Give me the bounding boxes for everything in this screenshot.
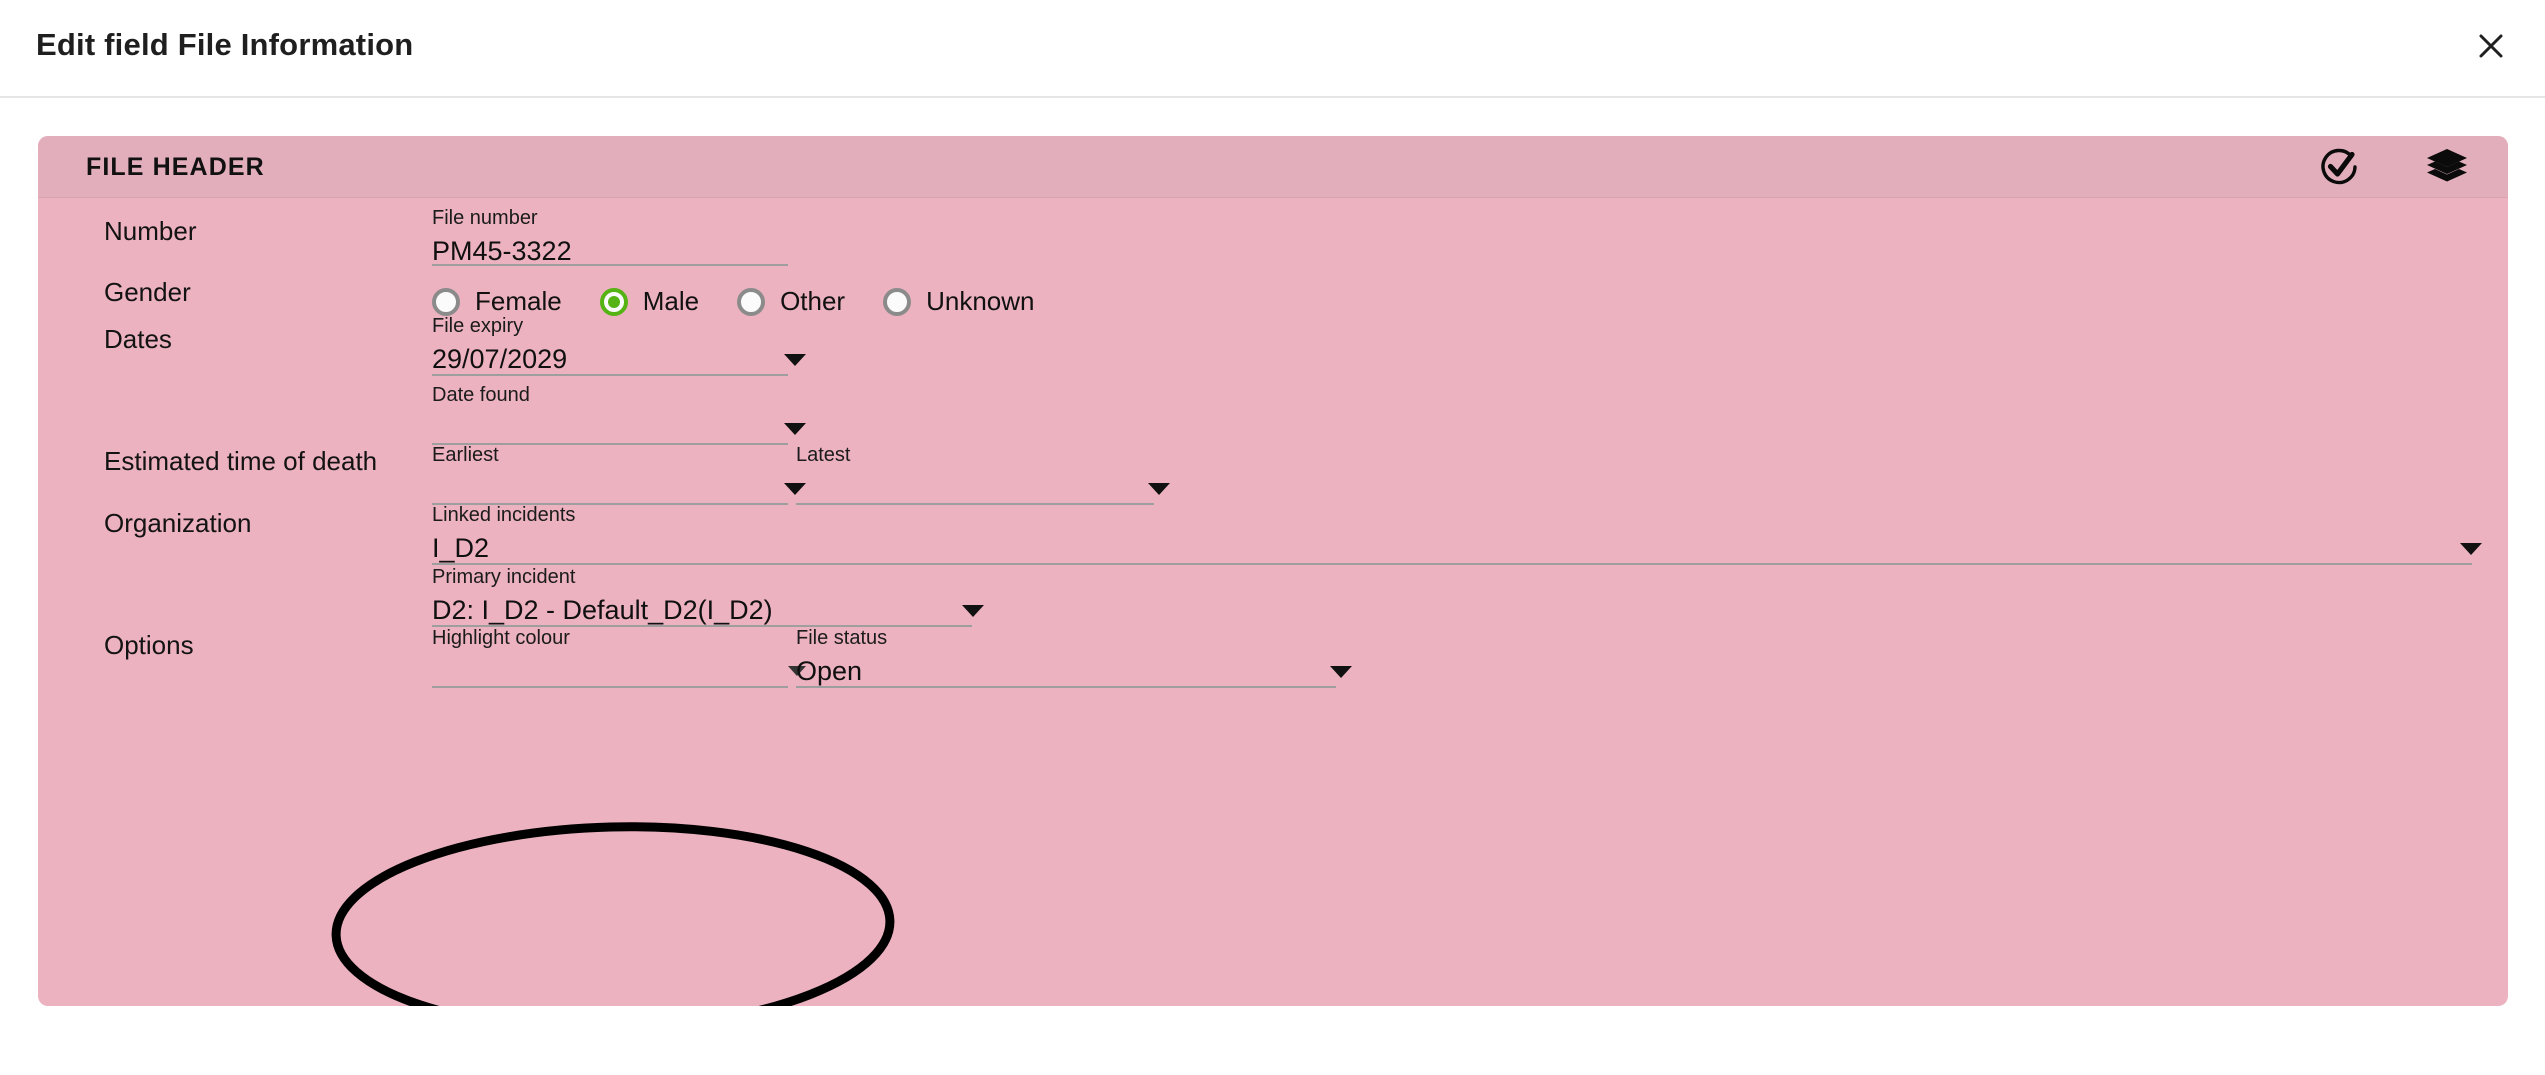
gender-option-label: Other — [780, 286, 846, 316]
form-body: Number File number PM45-3322 Gender Fema… — [38, 198, 2508, 1006]
primary-incident-value: D2: I_D2 - Default_D2(I_D2) — [432, 595, 773, 625]
etd-latest-label: Latest — [796, 444, 851, 466]
file-number-value: PM45-3322 — [432, 236, 572, 266]
row-label-dates: Dates — [104, 324, 172, 354]
close-button[interactable] — [2459, 14, 2523, 78]
row-label-options: Options — [104, 630, 194, 660]
file-expiry-label: File expiry — [432, 315, 524, 337]
dialog-title: Edit field File Information — [36, 27, 414, 62]
dialog-header: Edit field File Information — [0, 0, 2545, 98]
gender-option-male[interactable]: Male — [599, 286, 700, 317]
radio-icon — [599, 287, 628, 316]
file-status-underline — [796, 686, 1336, 688]
etd-earliest-label: Earliest — [432, 444, 499, 466]
file-expiry-dropdown-caret[interactable] — [784, 354, 806, 366]
file-status-value: Open — [796, 656, 863, 686]
etd-earliest-field[interactable]: Earliest — [432, 443, 806, 505]
gender-option-label: Unknown — [926, 286, 1035, 316]
file-number-underline — [432, 264, 788, 266]
radio-icon — [883, 287, 912, 316]
gender-option-unknown[interactable]: Unknown — [883, 286, 1035, 317]
close-icon — [2476, 31, 2506, 61]
radio-icon — [737, 287, 766, 316]
card-header-actions — [2316, 144, 2470, 190]
check-circle-icon[interactable] — [2316, 144, 2362, 190]
file-number-field[interactable]: File number PM45-3322 — [432, 206, 788, 266]
file-header-card: FILE HEADER Number File number PM45-3322… — [38, 136, 2508, 1006]
row-label-organization: Organization — [104, 508, 252, 538]
card-header: FILE HEADER — [38, 136, 2508, 198]
file-status-dropdown-caret[interactable] — [1330, 666, 1352, 678]
etd-latest-field[interactable]: Latest — [796, 443, 1170, 505]
file-expiry-underline — [432, 374, 788, 376]
row-label-number: Number — [104, 216, 197, 246]
linked-incidents-dropdown-caret[interactable] — [2460, 543, 2482, 555]
highlight-colour-field[interactable]: Highlight colour — [432, 626, 806, 688]
file-status-field[interactable]: File status Open — [796, 626, 1352, 688]
date-found-label: Date found — [432, 384, 530, 406]
gender-radio-group: Female Male Other Unknown — [432, 286, 1073, 317]
primary-incident-dropdown-caret[interactable] — [962, 605, 984, 617]
gender-option-female[interactable]: Female — [432, 286, 562, 317]
file-status-label: File status — [796, 627, 888, 649]
primary-incident-label: Primary incident — [432, 566, 576, 588]
gender-option-label: Male — [642, 286, 700, 316]
file-number-label: File number — [432, 207, 538, 229]
row-label-estimated-time-of-death: Estimated time of death — [104, 446, 378, 476]
file-expiry-field[interactable]: File expiry 29/07/2029 — [432, 314, 806, 376]
layers-icon[interactable] — [2424, 144, 2470, 190]
linked-incidents-value: I_D2 — [432, 533, 490, 563]
highlight-colour-underline — [432, 686, 788, 688]
date-found-field[interactable]: Date found — [432, 383, 806, 445]
linked-incidents-label: Linked incidents — [432, 504, 576, 526]
etd-latest-dropdown-caret[interactable] — [1148, 483, 1170, 495]
date-found-dropdown-caret[interactable] — [784, 423, 806, 435]
gender-option-other[interactable]: Other — [737, 286, 845, 317]
row-label-gender: Gender — [104, 277, 191, 307]
primary-incident-field[interactable]: Primary incident D2: I_D2 - Default_D2(I… — [432, 565, 984, 627]
radio-icon — [432, 287, 460, 316]
card-header-title: FILE HEADER — [86, 153, 265, 181]
highlight-colour-label: Highlight colour — [432, 627, 570, 649]
linked-incidents-field[interactable]: Linked incidents I_D2 — [432, 503, 2482, 565]
file-expiry-value: 29/07/2029 — [432, 344, 568, 374]
gender-option-label: Female — [475, 286, 562, 316]
